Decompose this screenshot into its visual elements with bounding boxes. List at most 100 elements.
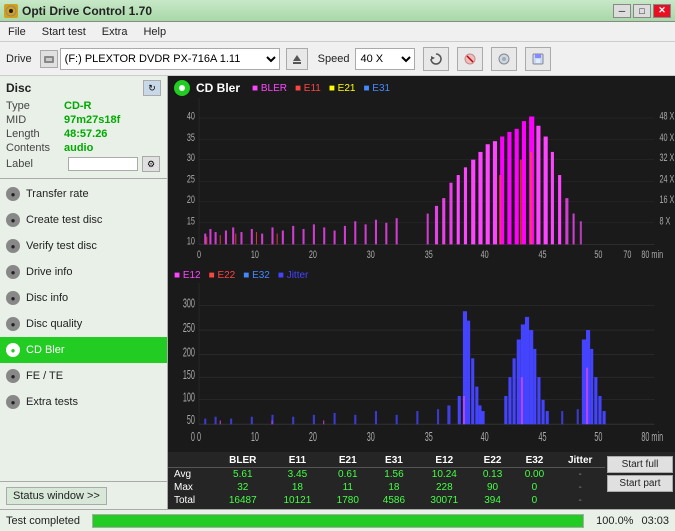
svg-text:35: 35: [187, 132, 195, 144]
stats-avg-bler: 5.61: [215, 468, 270, 482]
nav-extra-tests-label: Extra tests: [26, 396, 78, 408]
chart-title: CD Bler: [196, 81, 240, 95]
copy-button[interactable]: [491, 47, 517, 71]
status-window-button[interactable]: Status window >>: [6, 487, 107, 505]
nav-create-test-disc[interactable]: ● Create test disc: [0, 207, 167, 233]
stats-col-jitter: Jitter: [555, 454, 605, 468]
disc-settings-button[interactable]: ⚙: [142, 156, 160, 172]
nav-drive-info[interactable]: ● Drive info: [0, 259, 167, 285]
legend-jitter: ■ Jitter: [278, 270, 309, 281]
menu-start-test[interactable]: Start test: [38, 24, 90, 40]
svg-text:70: 70: [623, 249, 631, 261]
nav-transfer-rate[interactable]: ● Transfer rate: [0, 181, 167, 207]
svg-text:20: 20: [309, 249, 317, 261]
disc-mid-value: 97m27s18f: [64, 114, 120, 126]
disc-label-input[interactable]: [68, 157, 138, 171]
svg-text:24 X: 24 X: [659, 173, 674, 185]
refresh-button[interactable]: [423, 47, 449, 71]
nav-extra-tests[interactable]: ● Extra tests: [0, 389, 167, 415]
menu-file[interactable]: File: [4, 24, 30, 40]
svg-text:0: 0: [191, 430, 195, 445]
stats-max-e22: 90: [472, 481, 514, 494]
nav-cd-bler[interactable]: ● CD Bler: [0, 337, 167, 363]
nav-verify-test-disc[interactable]: ● Verify test disc: [0, 233, 167, 259]
stats-col-e11: E11: [270, 454, 325, 468]
stats-avg-e21: 0.61: [325, 468, 371, 482]
bottom-status-text: Test completed: [6, 515, 80, 527]
svg-text:10: 10: [251, 430, 259, 445]
stats-total-bler: 16487: [215, 494, 270, 507]
disc-label-label: Label: [6, 158, 64, 170]
chart-top: 40 35 30 25 20 15 10 48 X 40 X 32 X 24 X…: [168, 98, 675, 268]
erase-button[interactable]: [457, 47, 483, 71]
window-controls: ─ □ ✕: [613, 4, 671, 18]
nav-create-test-disc-icon: ●: [6, 213, 20, 227]
svg-text:50: 50: [594, 430, 602, 445]
stats-max-label: Max: [168, 481, 215, 494]
stats-max-e32: 0: [514, 481, 556, 494]
stats-table-container: BLER E11 E21 E31 E12 E22 E32 Jitter: [168, 454, 605, 507]
stats-total-label: Total: [168, 494, 215, 507]
save-button[interactable]: [525, 47, 551, 71]
eject-button[interactable]: [286, 48, 308, 70]
minimize-button[interactable]: ─: [613, 4, 631, 18]
svg-text:20: 20: [187, 193, 195, 205]
title-bar: Opti Drive Control 1.70 ─ □ ✕: [0, 0, 675, 22]
svg-text:16 X: 16 X: [659, 193, 674, 205]
disc-contents-label: Contents: [6, 142, 64, 154]
svg-text:25: 25: [187, 173, 195, 185]
menu-help[interactable]: Help: [139, 24, 170, 40]
svg-text:200: 200: [183, 345, 195, 360]
stats-max-jitter: -: [555, 481, 605, 494]
maximize-button[interactable]: □: [633, 4, 651, 18]
nav-disc-info[interactable]: ● Disc info: [0, 285, 167, 311]
svg-text:30: 30: [367, 249, 375, 261]
chart-bottom-legend: ■ E12 ■ E22 ■ E32 ■ Jitter: [168, 268, 675, 283]
nav-fe-te-icon: ●: [6, 369, 20, 383]
start-full-button[interactable]: Start full: [607, 456, 673, 473]
bottom-percent-text: 100.0%: [596, 515, 633, 527]
chart-header: CD Bler ■ BLER ■ E11 ■ E21 ■ E31: [168, 76, 675, 98]
menu-extra[interactable]: Extra: [98, 24, 132, 40]
nav-drive-info-label: Drive info: [26, 266, 72, 278]
svg-text:35: 35: [425, 430, 433, 445]
nav-extra-tests-icon: ●: [6, 395, 20, 409]
svg-text:80 min: 80 min: [641, 430, 663, 445]
nav-transfer-rate-icon: ●: [6, 187, 20, 201]
disc-type-value: CD-R: [64, 100, 92, 112]
stats-total-jitter: -: [555, 494, 605, 507]
svg-text:10: 10: [251, 249, 259, 261]
start-part-button[interactable]: Start part: [607, 475, 673, 492]
svg-text:250: 250: [183, 320, 195, 335]
svg-text:50: 50: [187, 413, 195, 428]
nav-fe-te[interactable]: ● FE / TE: [0, 363, 167, 389]
legend-e31: ■ E31: [363, 83, 390, 94]
stats-col-e31: E31: [371, 454, 417, 468]
disc-length-label: Length: [6, 128, 64, 140]
stats-avg-jitter: -: [555, 468, 605, 482]
nav-disc-info-label: Disc info: [26, 292, 68, 304]
progress-bar-container: [92, 514, 584, 528]
svg-text:40: 40: [481, 249, 489, 261]
svg-text:48 X: 48 X: [659, 110, 674, 122]
drive-select[interactable]: (F:) PLEXTOR DVDR PX-716A 1.11: [60, 48, 280, 70]
nav-transfer-rate-label: Transfer rate: [26, 188, 89, 200]
nav-cd-bler-icon: ●: [6, 343, 20, 357]
disc-refresh-button[interactable]: ↻: [143, 80, 161, 96]
svg-text:10: 10: [187, 235, 195, 247]
nav-items: ● Transfer rate ● Create test disc ● Ver…: [0, 179, 167, 481]
close-button[interactable]: ✕: [653, 4, 671, 18]
disc-type-label: Type: [6, 100, 64, 112]
stats-avg-e12: 10.24: [417, 468, 472, 482]
svg-text:40: 40: [187, 110, 195, 122]
progress-bar-fill: [93, 515, 583, 527]
stats-max-e21: 11: [325, 481, 371, 494]
legend-e22: ■ E22: [209, 270, 236, 281]
speed-select[interactable]: 40 X: [355, 48, 415, 70]
start-buttons-panel: Start full Start part: [605, 454, 675, 507]
stats-total-e12: 30071: [417, 494, 472, 507]
bottom-bar: Test completed 100.0% 03:03: [0, 509, 675, 531]
nav-disc-quality[interactable]: ● Disc quality: [0, 311, 167, 337]
drive-icon: [40, 50, 58, 68]
stats-max-e11: 18: [270, 481, 325, 494]
